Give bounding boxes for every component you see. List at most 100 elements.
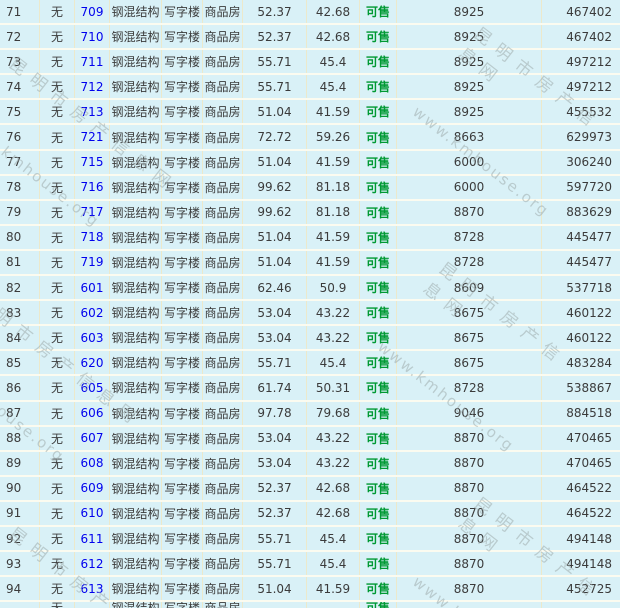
- net-area: 81.18: [307, 201, 360, 224]
- row-index: 71: [0, 0, 40, 23]
- usage: 写字楼: [162, 276, 203, 299]
- room-link-cell: 713: [75, 100, 110, 123]
- net-area: 42.68: [307, 502, 360, 525]
- structure: 钢混结构: [110, 176, 162, 199]
- row-index: 81: [0, 251, 40, 274]
- usage: 写字楼: [162, 125, 203, 148]
- total-price: 494148: [542, 527, 620, 550]
- gross-area: 55.71: [243, 50, 307, 73]
- unit-price: 8870: [397, 201, 542, 224]
- room-link[interactable]: 606: [81, 406, 104, 420]
- usage: 写字楼: [162, 0, 203, 23]
- structure: 钢混结构: [110, 301, 162, 324]
- net-area: 41.59: [307, 100, 360, 123]
- sale-status: 可售: [360, 276, 397, 299]
- room-link[interactable]: 612: [81, 557, 104, 571]
- usage: 写字楼: [162, 151, 203, 174]
- sale-status: 可售: [360, 75, 397, 98]
- table-row: 79无717钢混结构写字楼商品房99.6281.18可售8870883629: [0, 201, 620, 226]
- structure: 钢混结构: [110, 527, 162, 550]
- unit-price: 8870: [397, 452, 542, 475]
- room-link[interactable]: 613: [81, 582, 104, 596]
- net-area: 43.22: [307, 301, 360, 324]
- table-row: 77无715钢混结构写字楼商品房51.0441.59可售6000306240: [0, 151, 620, 176]
- room-link-cell: 718: [75, 226, 110, 249]
- gross-area: 51.04: [243, 151, 307, 174]
- row-index: 74: [0, 75, 40, 98]
- total-price: 470465: [542, 427, 620, 450]
- gross-area: 52.37: [243, 477, 307, 500]
- room-link[interactable]: 610: [81, 506, 104, 520]
- structure: 钢混结构: [110, 0, 162, 23]
- unit-price: [397, 602, 542, 608]
- total-price: 883629: [542, 201, 620, 224]
- room-link[interactable]: 719: [81, 255, 104, 269]
- room-link[interactable]: 608: [81, 456, 104, 470]
- unit-price: 8675: [397, 326, 542, 349]
- sale-status: 可售: [360, 226, 397, 249]
- sale-status: 可售: [360, 376, 397, 399]
- room-link[interactable]: 602: [81, 306, 104, 320]
- room-link[interactable]: 721: [81, 130, 104, 144]
- house-type: 商品房: [203, 176, 243, 199]
- room-link-cell: 609: [75, 477, 110, 500]
- room-link[interactable]: 710: [81, 30, 104, 44]
- room-link-cell: 612: [75, 552, 110, 575]
- house-type: 商品房: [203, 527, 243, 550]
- structure: 钢混结构: [110, 376, 162, 399]
- net-area: 42.68: [307, 477, 360, 500]
- room-link[interactable]: 713: [81, 105, 104, 119]
- pre-sale-permit: 无: [40, 552, 75, 575]
- room-link[interactable]: 605: [81, 381, 104, 395]
- unit-price: 6000: [397, 176, 542, 199]
- usage: 写字楼: [162, 75, 203, 98]
- table-row: 80无718钢混结构写字楼商品房51.0441.59可售8728445477: [0, 226, 620, 251]
- room-link-cell: 613: [75, 577, 110, 600]
- usage: 写字楼: [162, 577, 203, 600]
- sale-status: 可售: [360, 151, 397, 174]
- structure: 钢混结构: [110, 351, 162, 374]
- sale-status: 可售: [360, 251, 397, 274]
- sale-status: 可售: [360, 502, 397, 525]
- room-link[interactable]: 607: [81, 431, 104, 445]
- room-link[interactable]: 716: [81, 180, 104, 194]
- usage: 写字楼: [162, 326, 203, 349]
- room-link[interactable]: 603: [81, 331, 104, 345]
- room-link[interactable]: 611: [81, 532, 104, 546]
- room-link[interactable]: 715: [81, 155, 104, 169]
- sale-status: 可售: [360, 577, 397, 600]
- room-link[interactable]: 620: [81, 356, 104, 370]
- house-type: 商品房: [203, 452, 243, 475]
- room-link[interactable]: 712: [81, 80, 104, 94]
- gross-area: 55.71: [243, 75, 307, 98]
- house-type: 商品房: [203, 25, 243, 48]
- gross-area: [243, 602, 307, 608]
- structure: 钢混结构: [110, 427, 162, 450]
- net-area: 41.59: [307, 251, 360, 274]
- unit-price: 8663: [397, 125, 542, 148]
- usage: 写字楼: [162, 402, 203, 425]
- row-index: 87: [0, 402, 40, 425]
- row-index: 93: [0, 552, 40, 575]
- pre-sale-permit: 无: [40, 402, 75, 425]
- table-row: 84无603钢混结构写字楼商品房53.0443.22可售8675460122: [0, 326, 620, 351]
- structure: 钢混结构: [110, 251, 162, 274]
- room-link[interactable]: 609: [81, 481, 104, 495]
- row-index: 84: [0, 326, 40, 349]
- room-link[interactable]: 718: [81, 230, 104, 244]
- room-link-cell: 608: [75, 452, 110, 475]
- pre-sale-permit: 无: [40, 301, 75, 324]
- structure: 钢混结构: [110, 402, 162, 425]
- row-index: 90: [0, 477, 40, 500]
- table-row: 75无713钢混结构写字楼商品房51.0441.59可售8925455532: [0, 100, 620, 125]
- room-link[interactable]: 711: [81, 55, 104, 69]
- gross-area: 52.37: [243, 502, 307, 525]
- net-area: 45.4: [307, 50, 360, 73]
- structure: 钢混结构: [110, 577, 162, 600]
- house-type: 商品房: [203, 276, 243, 299]
- room-link[interactable]: 601: [81, 281, 104, 295]
- room-link[interactable]: 709: [81, 5, 104, 19]
- room-link[interactable]: 717: [81, 205, 104, 219]
- net-area: 42.68: [307, 25, 360, 48]
- usage: 写字楼: [162, 201, 203, 224]
